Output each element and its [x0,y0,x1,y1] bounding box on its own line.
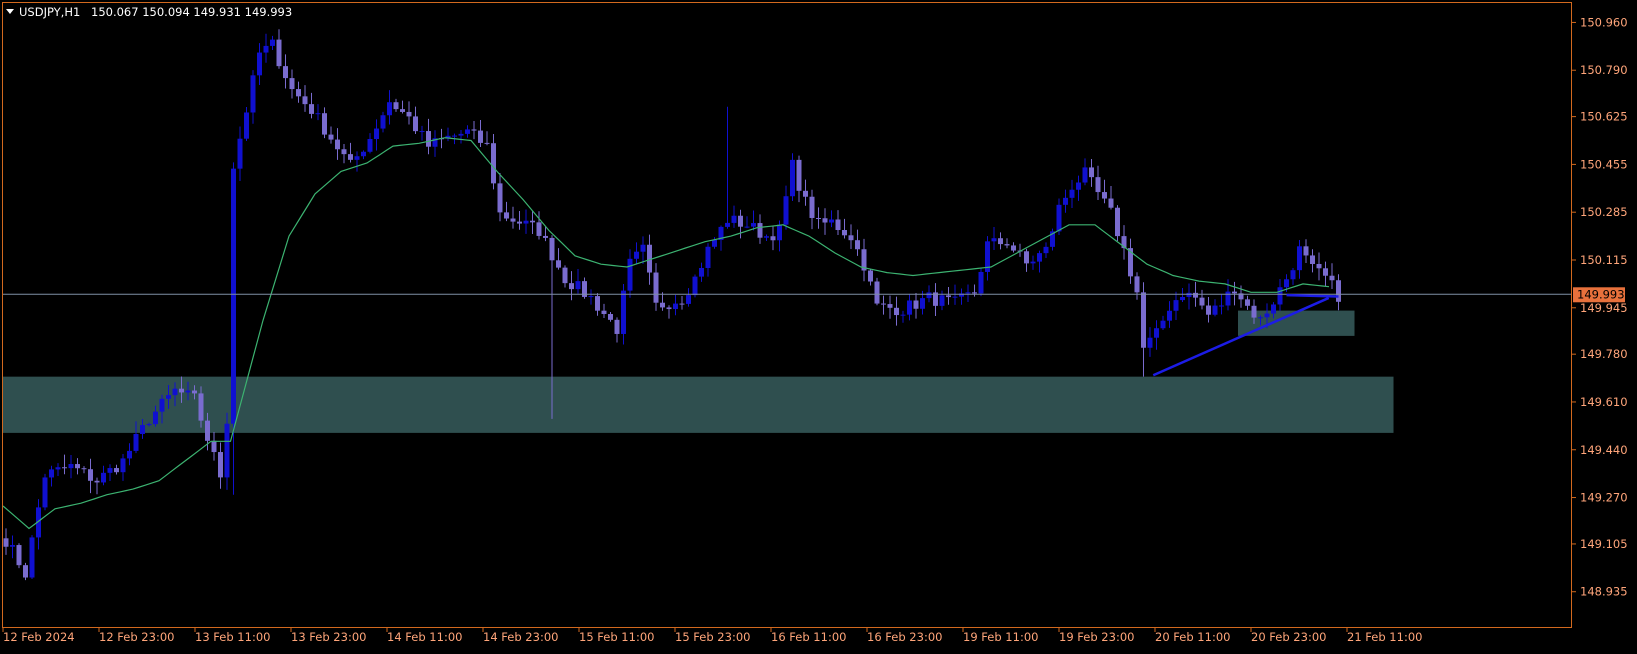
support-zone-0[interactable] [3,376,1394,433]
time-tick-label: 12 Feb 2024 [3,630,75,644]
time-tick-label: 19 Feb 11:00 [963,630,1038,644]
time-tick-label: 21 Feb 11:00 [1347,630,1422,644]
candle [790,153,795,201]
price-tick-label: 150.960 [1580,15,1628,29]
price-tick-label: 150.115 [1580,253,1628,267]
time-tick-label: 15 Feb 11:00 [579,630,654,644]
price-tick-label: 148.935 [1580,585,1628,599]
price-tick-label: 149.780 [1580,347,1628,361]
time-tick-label: 14 Feb 23:00 [483,630,558,644]
chart-window[interactable]: 150.960 150.790 150.625 150.455 150.285 150.1… [0,0,1637,650]
time-tick-label: 20 Feb 11:00 [1155,630,1230,644]
time-axis[interactable]: 12 Feb 2024 12 Feb 23:00 13 Feb 11:00 13 Fe… [2,628,1422,644]
time-tick-label: 16 Feb 11:00 [771,630,846,644]
candle [42,473,48,511]
price-tick-label: 150.625 [1580,110,1628,124]
time-tick-label: 13 Feb 11:00 [195,630,270,644]
price-tick-label: 149.440 [1580,443,1628,457]
trendline-1[interactable] [1286,293,1339,298]
price-tick-label: 149.610 [1580,395,1628,409]
price-tick-label: 150.790 [1580,63,1628,77]
candle [16,543,22,569]
price-tick-label: 149.270 [1580,491,1628,505]
chart-header: USDJPY,H1 150.067 150.094 149.931 149.99… [6,5,292,19]
current-price-label: 149.993 [1577,287,1625,301]
time-tick-label: 12 Feb 23:00 [99,630,174,644]
price-tick-label: 150.285 [1580,205,1628,219]
price-tick-label: 150.455 [1580,157,1628,171]
candle [1115,205,1120,241]
ohlc-values: 150.067 150.094 149.931 149.993 [91,5,292,19]
price-chart[interactable]: 150.960 150.790 150.625 150.455 150.285 150.1… [0,0,1637,650]
time-tick-label: 15 Feb 23:00 [675,630,750,644]
current-price-tag: 149.993 [1573,287,1625,303]
plot-background [0,0,1637,650]
candle [978,268,984,297]
candle [29,535,35,580]
time-tick-label: 20 Feb 23:00 [1251,630,1326,644]
time-tick-label: 16 Feb 23:00 [867,630,942,644]
time-tick-label: 14 Feb 11:00 [387,630,462,644]
time-tick-label: 19 Feb 23:00 [1059,630,1134,644]
symbol-timeframe: USDJPY,H1 [19,5,80,19]
price-tick-label: 149.105 [1580,537,1628,551]
time-tick-label: 13 Feb 23:00 [291,630,366,644]
price-tick-label: 149.945 [1580,301,1628,315]
candle [874,277,880,306]
